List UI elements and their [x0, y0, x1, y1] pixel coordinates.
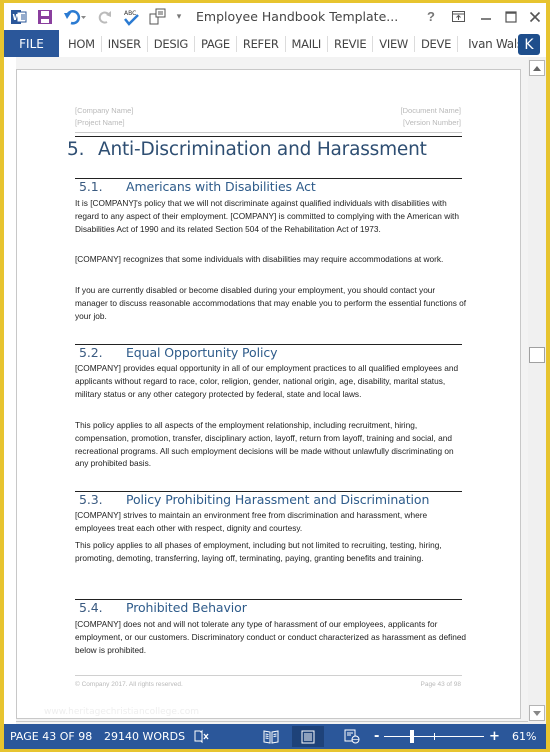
tab-mailings[interactable]: MAILI: [286, 35, 328, 52]
close-button[interactable]: [522, 3, 548, 30]
paragraph: If you are currently disabled or become …: [75, 285, 467, 321]
left-margin-strip: [4, 57, 16, 724]
heading-1-title: Anti-Discrimination and Harassment: [98, 139, 427, 160]
minimize-button[interactable]: [473, 3, 499, 30]
document-title: Employee Handbook Template...: [196, 9, 399, 24]
page-count-status[interactable]: PAGE 43 OF 98: [10, 730, 92, 743]
header-divider: [75, 132, 462, 133]
print-layout-button[interactable]: [292, 726, 324, 747]
web-layout-icon: [344, 729, 360, 744]
footer-copyright: © Company 2017. All rights reserved.: [75, 681, 183, 688]
tab-insert[interactable]: INSER: [102, 35, 148, 52]
zoom-slider[interactable]: [384, 724, 484, 749]
read-mode-button[interactable]: [255, 726, 287, 747]
section-heading: 5.3. Policy Prohibiting Harassment and Di…: [79, 492, 429, 507]
tab-review[interactable]: REVIE: [328, 35, 374, 52]
paragraph: [COMPANY] provides equal opportunity in …: [75, 363, 459, 399]
header-project-name: [Project Name]: [75, 118, 125, 127]
tab-home[interactable]: HOM: [59, 35, 102, 52]
zoom-out-button[interactable]: -: [374, 729, 379, 744]
section-title: Policy Prohibiting Harassment and Discri…: [126, 492, 430, 507]
word-count-status[interactable]: 29140 WORDS: [104, 730, 185, 743]
touch-mode-icon[interactable]: [146, 6, 168, 28]
maximize-icon: [505, 10, 517, 23]
zoom-in-button[interactable]: +: [489, 729, 500, 744]
help-button[interactable]: ?: [418, 3, 444, 30]
save-icon[interactable]: [34, 6, 56, 28]
undo-icon[interactable]: [60, 6, 90, 28]
vertical-scrollbar[interactable]: [528, 57, 546, 724]
zoom-level[interactable]: 61%: [512, 730, 536, 743]
proofing-errors-icon[interactable]: [194, 729, 210, 747]
section-title: Americans with Disabilities Act: [126, 179, 316, 194]
status-bar: PAGE 43 OF 98 29140 WORDS - + 61%: [4, 724, 546, 749]
word-app-icon[interactable]: W: [8, 6, 30, 28]
header-document-name: [Document Name]: [400, 106, 461, 115]
h1-rule: [75, 136, 462, 137]
scrollbar-thumb[interactable]: [529, 347, 545, 363]
section-title: Equal Opportunity Policy: [126, 345, 278, 360]
document-area: [Company Name] [Project Name] [Document …: [4, 57, 546, 724]
header-version-number: [Version Number]: [403, 118, 461, 127]
paragraph: [COMPANY] recognizes that some individua…: [75, 254, 444, 264]
page-bottom-edge: [16, 721, 528, 722]
web-layout-button[interactable]: [336, 726, 368, 747]
spelling-check-icon[interactable]: ABC: [120, 6, 142, 28]
tab-page-layout[interactable]: PAGE: [195, 35, 237, 52]
scroll-down-arrow-icon: [533, 710, 541, 716]
section-number: 5.1.: [79, 179, 103, 194]
ribbon-tabs: FILE HOM INSER DESIG PAGE REFER MAILI RE…: [4, 30, 546, 57]
close-icon: [529, 11, 541, 22]
scroll-up-button[interactable]: [529, 60, 545, 76]
document-page[interactable]: [Company Name] [Project Name] [Document …: [16, 69, 521, 719]
footer-page-number: Page 43 of 98: [420, 681, 461, 688]
read-mode-icon: [263, 729, 279, 744]
word-window: W ABC ▾ Employee Handbook Template... ?: [4, 3, 546, 749]
paragraph: This policy applies to all phases of emp…: [75, 540, 442, 563]
ribbon-display-icon: [451, 11, 465, 22]
paragraph: This policy applies to all aspects of th…: [75, 420, 454, 469]
header-company-name: [Company Name]: [75, 106, 134, 115]
ribbon-display-options-button[interactable]: [445, 3, 471, 30]
paragraph: It is [COMPANY]'s policy that we will no…: [75, 198, 459, 234]
svg-text:W: W: [13, 13, 22, 22]
heading-1-number: 5.: [67, 139, 85, 160]
section-title: Prohibited Behavior: [126, 600, 247, 615]
section-heading: 5.4. Prohibited Behavior: [79, 600, 247, 615]
heading-1: 5. Anti-Discrimination and Harassment: [67, 139, 427, 160]
paragraph: [COMPANY] does not and will not tolerate…: [75, 619, 467, 655]
scroll-up-arrow-icon: [533, 65, 541, 71]
zoom-slider-center-tick: [434, 733, 435, 740]
zoom-slider-thumb[interactable]: [410, 730, 415, 743]
section-heading: 5.2. Equal Opportunity Policy: [79, 345, 278, 360]
paragraph: [COMPANY] strives to maintain an environ…: [75, 510, 428, 533]
print-layout-icon: [301, 730, 315, 743]
tab-view[interactable]: VIEW: [373, 35, 415, 52]
footer-divider: [75, 675, 462, 676]
user-avatar[interactable]: K: [518, 34, 540, 55]
tab-file[interactable]: FILE: [4, 30, 59, 57]
tab-references[interactable]: REFER: [237, 35, 286, 52]
minimize-icon: [481, 17, 491, 20]
redo-icon[interactable]: [94, 6, 116, 28]
section-number: 5.4.: [79, 600, 103, 615]
section-heading: 5.1. Americans with Disabilities Act: [79, 179, 316, 194]
tab-developer[interactable]: DEVE: [415, 35, 459, 52]
maximize-button[interactable]: [498, 3, 524, 30]
watermark-text: www.heritagechristiancollege.com: [44, 707, 199, 717]
page-header-right: [Document Name] [Version Number]: [401, 105, 461, 129]
svg-text:ABC: ABC: [124, 10, 136, 17]
customize-toolbar-icon[interactable]: ▾: [172, 6, 186, 28]
section-number: 5.3.: [79, 492, 103, 507]
section-number: 5.2.: [79, 345, 103, 360]
page-header-left: [Company Name] [Project Name]: [75, 105, 133, 129]
title-bar: W ABC ▾ Employee Handbook Template... ?: [4, 3, 546, 30]
tab-design[interactable]: DESIG: [148, 35, 196, 52]
scroll-down-button[interactable]: [529, 705, 545, 721]
